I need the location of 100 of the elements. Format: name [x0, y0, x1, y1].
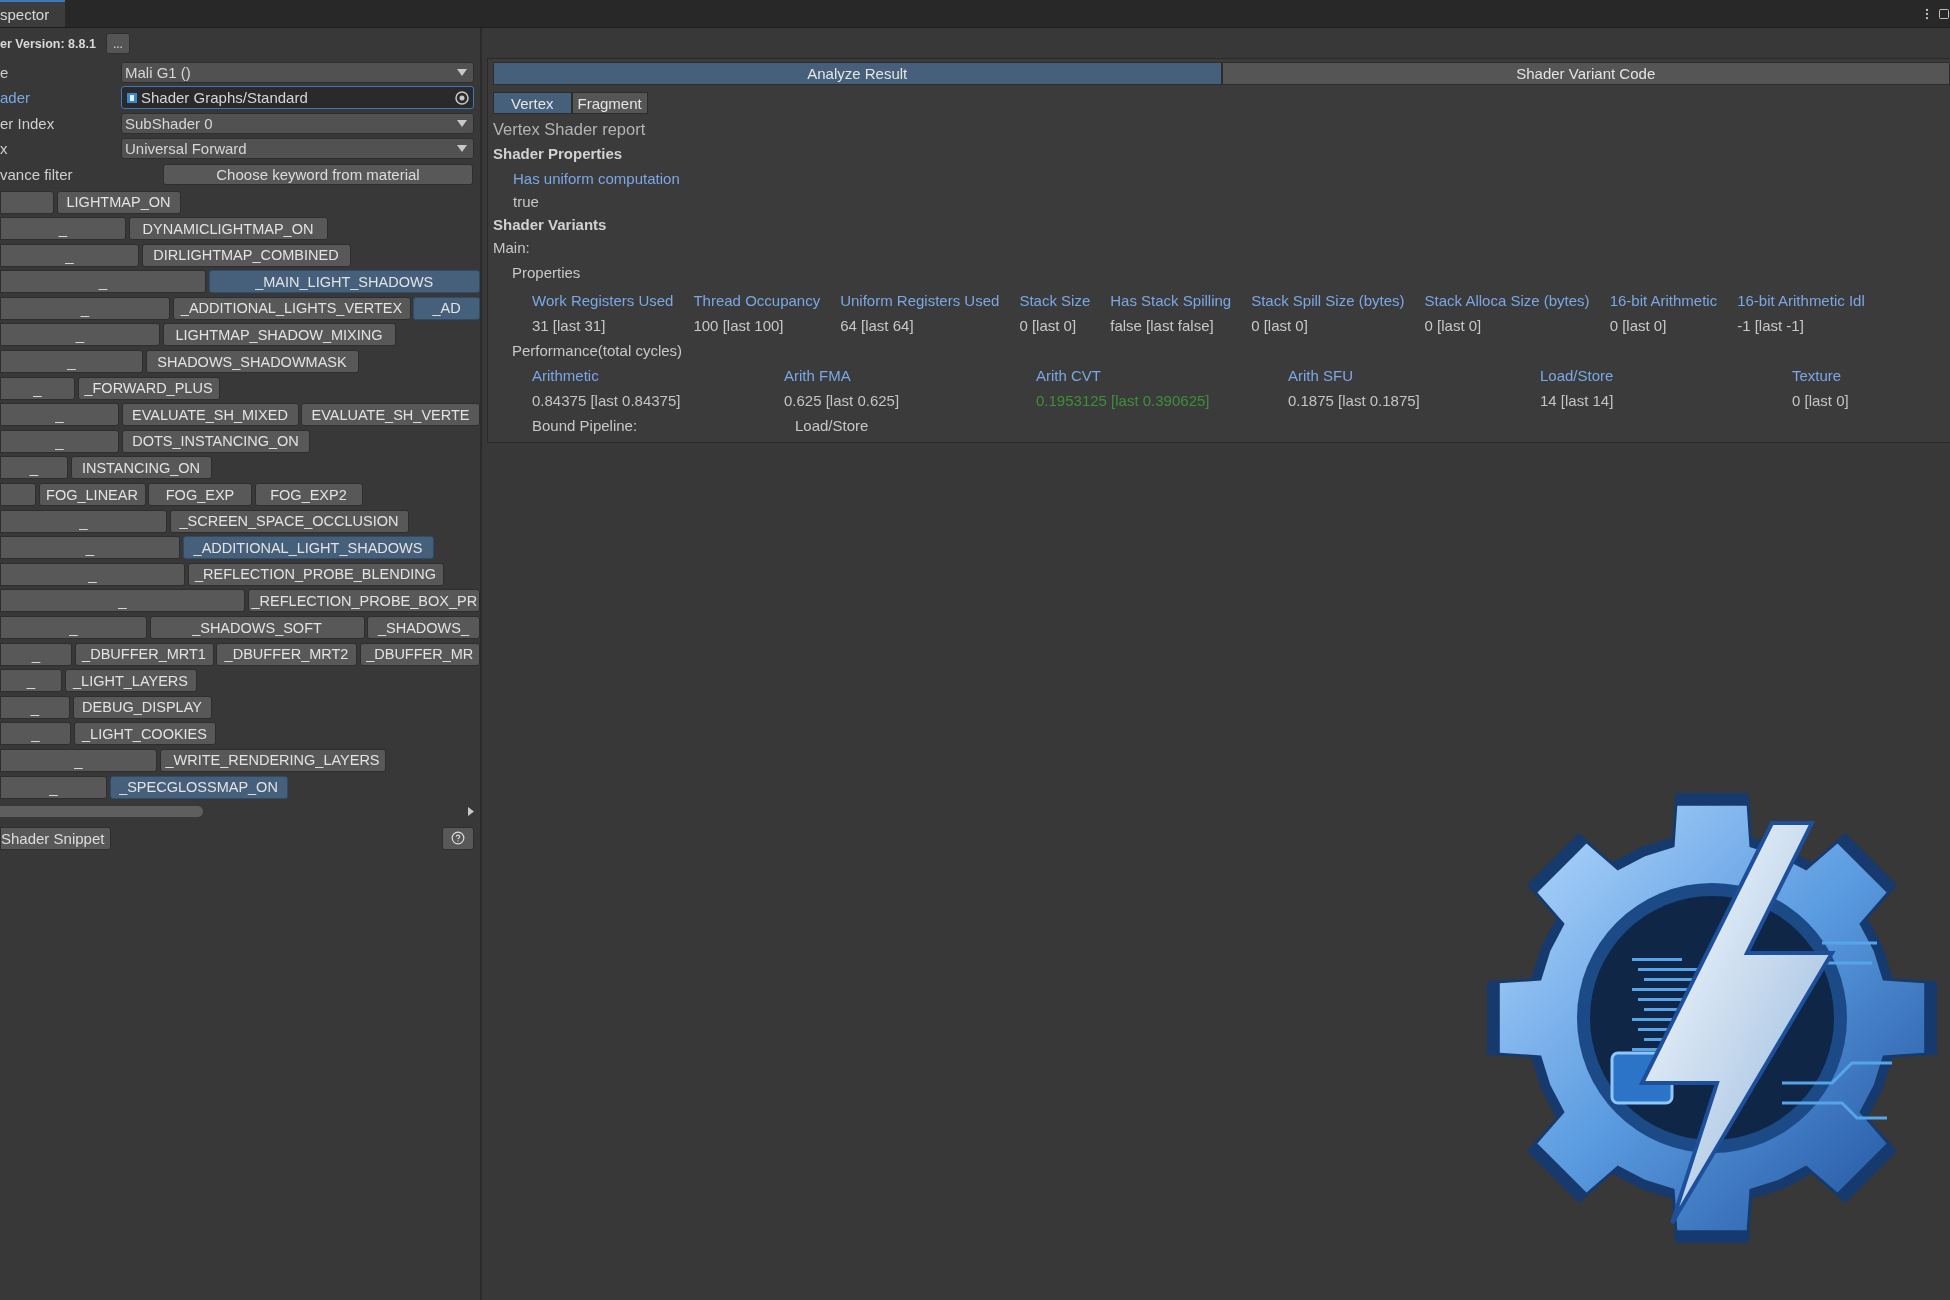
blank-toggle-button[interactable] [0, 483, 36, 507]
keyword-toggle[interactable]: _ [0, 243, 139, 267]
table-cell-text: 0 [last 0] [1251, 317, 1309, 334]
keyword-button[interactable]: FOG_EXP [148, 483, 252, 507]
keyword-toggle[interactable]: _ [0, 296, 170, 320]
dropdown-field[interactable]: Universal Forward [121, 138, 474, 159]
keyword-toggle[interactable]: _ [0, 589, 245, 613]
column-header: Stack Spill Size (bytes) [1251, 292, 1405, 309]
column-header: Thread Occupancy [693, 292, 821, 309]
keyword-toggle[interactable]: _ [0, 429, 119, 453]
keyword-toggle[interactable]: _ [0, 536, 180, 560]
table-cell-text: 31 [last 31] [532, 317, 607, 334]
bound-pipeline-label: Bound Pipeline: [532, 417, 639, 434]
help-button[interactable] [442, 826, 474, 850]
section-heading: Shader Properties [493, 145, 624, 162]
keyword-button[interactable]: DIRLIGHTMAP_COMBINED [141, 243, 351, 267]
keyword-button[interactable]: FOG_EXP2 [254, 483, 363, 507]
dropdown-field[interactable]: Mali G1 () [121, 61, 474, 83]
keyword-toggle[interactable]: _ [0, 456, 68, 480]
keyword-button[interactable]: LIGHTMAP_SHADOW_MIXING [162, 323, 396, 347]
keyword-button[interactable]: _SHADOWS_SOFT [149, 616, 365, 639]
keyword-button[interactable]: INSTANCING_ON [70, 456, 212, 480]
keyword-button[interactable]: _WRITE_RENDERING_LAYERS [159, 748, 386, 772]
keyword-button[interactable]: EVALUATE_SH_MIXED [121, 403, 299, 427]
dropdown-field[interactable]: SubShader 0 [121, 112, 474, 134]
keyword-toggle[interactable]: _ [0, 775, 107, 799]
property-value: true [512, 193, 540, 210]
keyword-toggle[interactable]: _ [0, 323, 160, 347]
dropdown-caret-icon [457, 145, 467, 152]
table-cell-text: 0.1875 [last 0.1875] [1288, 392, 1421, 409]
scroll-right-icon[interactable] [468, 807, 474, 817]
keyword-button[interactable]: FOG_LINEAR [38, 483, 146, 507]
table-cell-text: 64 [last 64] [840, 317, 915, 334]
column-header: Stack Alloca Size (bytes) [1424, 292, 1590, 309]
choose-keyword-button[interactable]: Choose keyword from material [163, 163, 473, 185]
column-header: Load/Store [1540, 367, 1615, 384]
table-cell-text: -1 [last -1] [1737, 317, 1805, 334]
report-title: Vertex Shader report [493, 120, 647, 139]
table-cell-text: 100 [last 100] [693, 317, 785, 334]
column-header: Arithmetic [532, 367, 600, 384]
keyword-toggle[interactable]: _ [0, 669, 62, 693]
keyword-button[interactable]: EVALUATE_SH_VERTE [301, 403, 480, 427]
keyword-button[interactable]: _LIGHT_COOKIES [73, 722, 216, 746]
column-header: Arith FMA [784, 367, 852, 384]
version-label: er Version: 8.8.1 [0, 36, 96, 51]
keyword-toggle[interactable]: _ [0, 748, 157, 772]
keyword-button[interactable]: _LIGHT_LAYERS [64, 669, 197, 693]
keyword-button[interactable]: _MAIN_LIGHT_SHADOWS [208, 270, 480, 294]
shader-icon [127, 92, 137, 103]
result-tab[interactable]: Shader Variant Code [1221, 62, 1950, 85]
main-label: Main: [493, 239, 531, 256]
window-tab[interactable]: spector [0, 0, 65, 27]
field-label: e [0, 63, 10, 81]
keyword-toggle[interactable]: _ [0, 270, 206, 294]
keyword-button[interactable]: _ADDITIONAL_LIGHTS_VERTEX [172, 296, 411, 320]
keyword-button[interactable]: _DBUFFER_MRT2 [216, 642, 357, 666]
keyword-button[interactable]: _REFLECTION_PROBE_BLENDING [187, 562, 444, 586]
keyword-button[interactable]: _REFLECTION_PROBE_BOX_PR [247, 589, 480, 613]
keyword-button[interactable]: DYNAMICLIGHTMAP_ON [128, 217, 328, 241]
keyword-toggle[interactable]: _ [0, 403, 119, 427]
column-header: 16-bit Arithmetic [1609, 292, 1718, 309]
keyword-toggle[interactable]: _ [0, 217, 126, 241]
section-heading: Shader Variants [493, 216, 608, 233]
column-header: Uniform Registers Used [840, 292, 1000, 309]
keyword-toggle[interactable]: _ [0, 376, 75, 400]
keyword-toggle[interactable]: _ [0, 509, 167, 533]
object-field[interactable]: Shader Graphs/Standard [121, 86, 474, 109]
keyword-toggle[interactable]: _ [0, 642, 72, 666]
scrollbar-thumb[interactable] [0, 806, 203, 818]
keyword-button[interactable]: DOTS_INSTANCING_ON [121, 429, 310, 453]
stage-tab[interactable]: Vertex [493, 92, 572, 114]
keyword-button[interactable]: LIGHTMAP_ON [56, 190, 181, 214]
keyword-button[interactable]: DEBUG_DISPLAY [72, 695, 212, 719]
shader-snippet-button[interactable]: Shader Snippet [0, 826, 112, 850]
keyword-toggle[interactable]: _ [0, 695, 70, 719]
keyword-button[interactable]: _SCREEN_SPACE_OCCLUSION [169, 509, 409, 533]
keyword-button[interactable]: SHADOWS_SHADOWMASK [145, 350, 359, 374]
result-tab[interactable]: Analyze Result [493, 62, 1222, 85]
table-cell-text: 0 [last 0] [1792, 392, 1850, 409]
keyword-toggle[interactable]: _ [0, 616, 147, 639]
keyword-toggle[interactable]: _ [0, 562, 185, 586]
keyword-button[interactable]: _DBUFFER_MRT1 [74, 642, 214, 666]
keyword-button[interactable]: _DBUFFER_MR [359, 642, 480, 666]
blank-toggle-button[interactable] [0, 190, 54, 214]
keyword-toggle[interactable]: _ [0, 350, 143, 374]
table-cell-text: 0.625 [last 0.625] [784, 392, 901, 409]
bound-pipeline-value: Load/Store [795, 417, 869, 434]
table-cell-text: 0 [last 0] [1609, 317, 1668, 334]
stage-tab[interactable]: Fragment [571, 92, 648, 114]
keyword-button[interactable]: _FORWARD_PLUS [77, 376, 220, 400]
maximize-icon[interactable] [1938, 7, 1950, 20]
keyword-button[interactable]: _AD [413, 296, 480, 320]
subsection-label: Performance(total cycles) [511, 342, 684, 359]
keyword-button[interactable]: _ADDITIONAL_LIGHT_SHADOWS [182, 536, 434, 560]
target-icon[interactable] [455, 90, 469, 105]
keyword-button[interactable]: _SHADOWS_ [367, 616, 480, 639]
keyword-button[interactable]: _SPECGLOSSMAP_ON [109, 775, 288, 799]
more-button[interactable]: ... [105, 33, 130, 54]
keyword-toggle[interactable]: _ [0, 722, 71, 746]
table-cell-text: 0.84375 [last 0.84375] [532, 392, 682, 409]
